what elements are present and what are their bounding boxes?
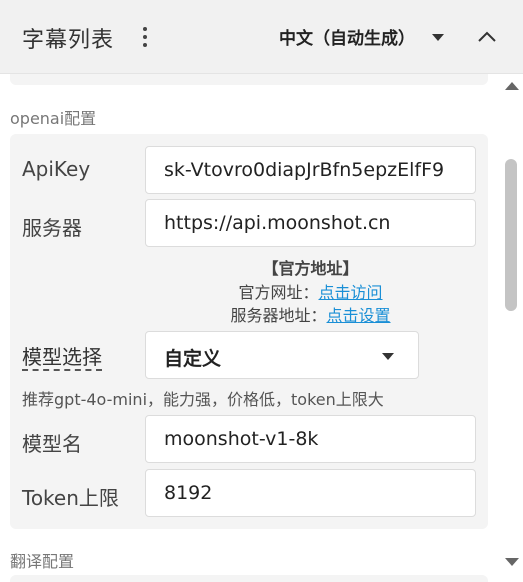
server-address-label: 服务器地址： [230,306,327,325]
vertical-scrollbar[interactable] [500,74,523,582]
model-select-value: 自定义 [164,348,222,370]
model-select[interactable]: 自定义 [145,331,419,379]
official-site-link[interactable]: 点击访问 [319,283,383,302]
subtitle-list-header: 字幕列表 中文（自动生成） [0,0,523,74]
scroll-down-arrow-icon[interactable] [505,558,519,566]
caret-down-icon [382,353,394,360]
scrollbar-thumb[interactable] [505,159,517,311]
model-select-label: 模型选择 [22,345,102,371]
caret-down-icon[interactable] [432,34,444,41]
server-input[interactable]: https://api.moonshot.cn [145,199,476,247]
openai-section-label: openai配置 [10,109,97,128]
server-address-link[interactable]: 点击设置 [327,306,391,325]
scroll-up-arrow-icon[interactable] [505,82,519,90]
apikey-label: ApiKey [22,157,91,181]
translate-config-card [10,575,488,582]
token-limit-label: Token上限 [22,486,119,510]
translate-section-label: 翻译配置 [10,552,75,571]
official-site-row: 官方网址：点击访问 [145,279,476,303]
model-name-input[interactable]: moonshot-v1-8k [145,415,476,463]
language-select[interactable]: 中文（自动生成） [279,24,415,49]
model-name-label: 模型名 [22,432,82,456]
official-address-title: 【官方地址】 [262,259,359,278]
subtitle-panel-content: openai配置 ApiKey sk-Vtovro0diapJrBfn5epzE… [0,0,500,582]
server-label: 服务器 [22,216,82,240]
official-site-label: 官方网址： [238,283,319,302]
more-vertical-icon[interactable] [138,24,152,50]
header-title: 字幕列表 [22,28,115,53]
server-address-row: 服务器地址：点击设置 [145,302,476,326]
chevron-up-icon[interactable] [476,28,498,44]
model-hint: 推荐gpt-4o-mini，能力强，价格低，token上限大 [22,390,384,409]
token-limit-input[interactable]: 8192 [145,469,476,517]
apikey-input[interactable]: sk-Vtovro0diapJrBfn5epzElfF9 [145,146,476,194]
